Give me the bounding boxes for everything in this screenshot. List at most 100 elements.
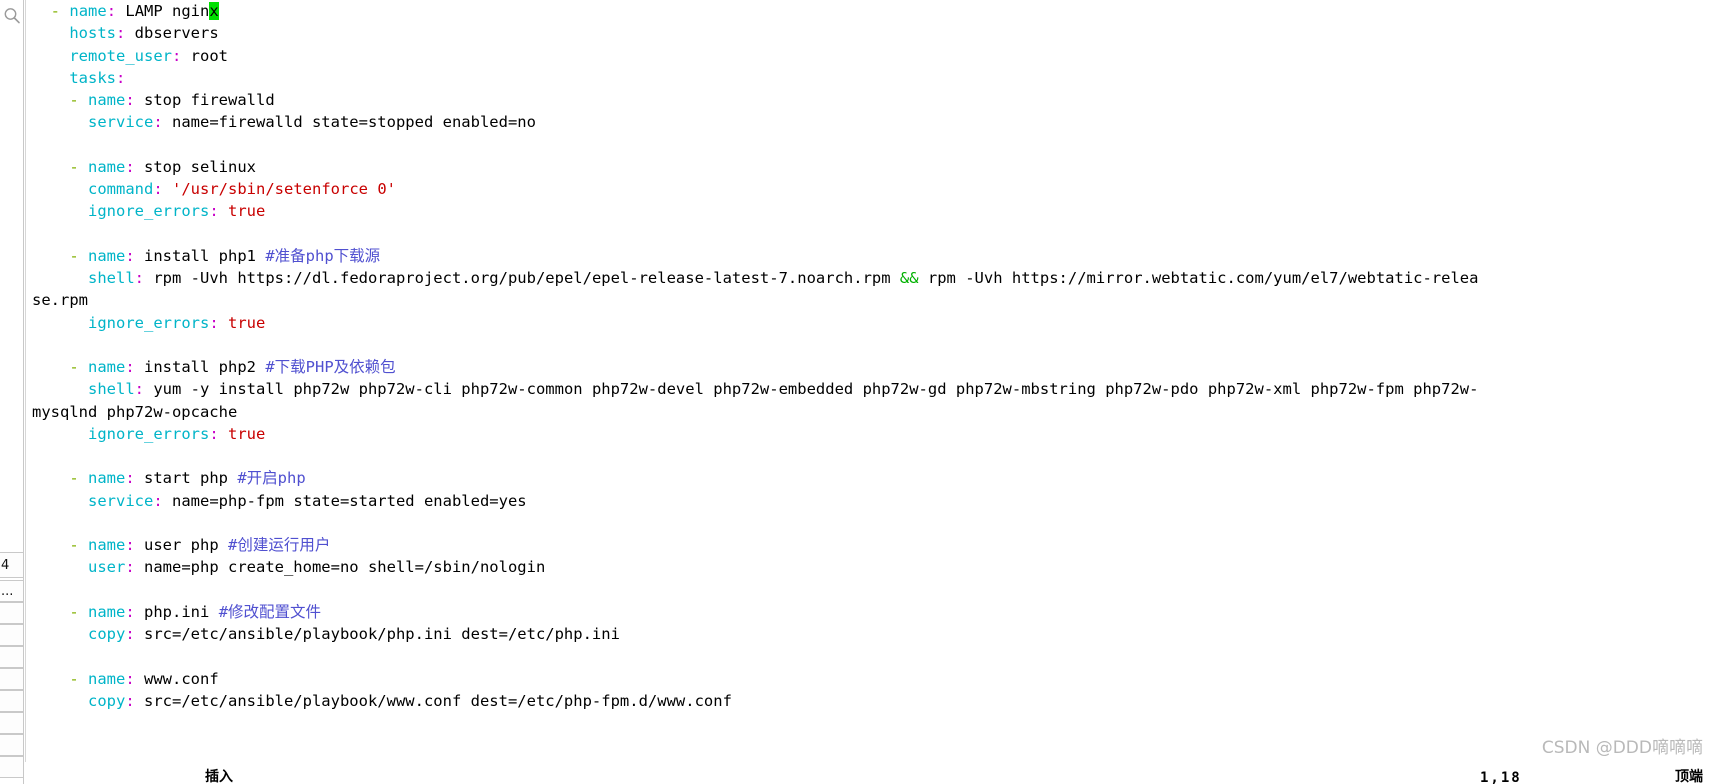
code-token: start php — [134, 469, 238, 488]
code-token: install php2 — [134, 358, 266, 376]
line-18-ignore-errors-3: ignore_errors: true — [32, 423, 1717, 445]
code-token: : — [125, 536, 135, 554]
code-token: : — [125, 602, 135, 621]
gutter-cell[interactable]: ... — [0, 580, 23, 602]
code-token: install php1 — [134, 246, 266, 265]
code-token: user — [88, 558, 126, 577]
code-token: name — [88, 602, 126, 621]
line-17-shell-yum-install-php72w: shell: yum -y install php72w php72w-cli … — [32, 378, 1717, 400]
gutter-cell[interactable] — [0, 712, 23, 734]
code-token: - — [50, 2, 61, 20]
code-token: : — [125, 469, 135, 488]
code-token: name — [88, 358, 126, 376]
code-token: : — [125, 91, 135, 109]
code-token: true — [228, 424, 266, 443]
code-token: : — [209, 313, 219, 332]
code-token: name — [88, 246, 126, 265]
code-token: : — [134, 380, 145, 399]
gutter-cell[interactable] — [0, 690, 23, 712]
line-20-task-start-php-name: - name: start php #开启php — [32, 467, 1717, 489]
gutter-cell[interactable] — [0, 756, 23, 778]
code-token: : — [153, 491, 163, 510]
code-token: : — [125, 691, 135, 710]
code-token: stop selinux — [134, 157, 257, 176]
code-token: name — [88, 469, 126, 488]
search-icon[interactable] — [2, 6, 22, 26]
code-token: shell — [88, 269, 135, 287]
code-token: name — [69, 2, 107, 20]
code-token: name=php-fpm state=started enabled=yes — [162, 491, 527, 510]
gutter-cell[interactable] — [0, 602, 23, 624]
gutter-cell[interactable]: 4 — [0, 552, 23, 578]
line-9-command-setenforce: command: '/usr/sbin/setenforce 0' — [32, 178, 1717, 200]
gutter-cell[interactable] — [0, 624, 23, 646]
code-token: mysqlnd php72w-opcache — [32, 402, 238, 421]
code-token: : — [134, 269, 145, 287]
line-22-blank — [32, 512, 1717, 534]
line-1-play-name: - name: LAMP nginx — [32, 0, 1717, 22]
code-token: : — [116, 68, 126, 87]
code-token: se.rpm — [32, 291, 88, 310]
line-4-tasks: tasks: — [32, 67, 1717, 89]
code-token: : — [209, 424, 219, 443]
line-5-task-stop-firewalld-name: - name: stop firewalld — [32, 89, 1717, 111]
code-token: name=firewalld state=stopped enabled=no — [162, 113, 536, 132]
code-token: : — [153, 180, 163, 198]
line-26-task-php-ini-name: - name: php.ini #修改配置文件 — [32, 601, 1717, 623]
code-token: true — [228, 313, 266, 332]
line-14-ignore-errors-2: ignore_errors: true — [32, 312, 1717, 334]
code-token: - — [69, 91, 79, 109]
gutter-cell[interactable] — [0, 646, 23, 668]
code-token: #创建运行用户 — [228, 536, 331, 554]
line-8-task-stop-selinux-name: - name: stop selinux — [32, 156, 1717, 178]
code-content[interactable]: - name: LAMP nginx hosts: dbservers remo… — [32, 0, 1717, 712]
code-token: ignore_errors — [88, 313, 210, 332]
status-mode: 插入 — [205, 769, 233, 784]
code-token: : — [106, 2, 117, 20]
gutter-cell[interactable] — [0, 734, 23, 756]
code-token: dbservers — [125, 24, 219, 43]
line-17-wrap-mysqlnd: mysqlnd php72w-opcache — [32, 401, 1717, 423]
code-token: service — [88, 113, 154, 132]
line-28-blank — [32, 645, 1717, 667]
code-token: name=php create_home=no shell=/sbin/nolo… — [134, 558, 546, 577]
line-13-wrap-se-rpm: se.rpm — [32, 289, 1717, 311]
line-23-task-user-php-name: - name: user php #创建运行用户 — [32, 534, 1717, 556]
code-token: user php — [134, 536, 229, 554]
code-token: ignore_errors — [88, 424, 210, 443]
line-27-copy-php-ini: copy: src=/etc/ansible/playbook/php.ini … — [32, 623, 1717, 645]
code-token: - — [69, 469, 79, 488]
code-token: - — [69, 157, 79, 176]
code-token: #修改配置文件 — [218, 602, 322, 621]
line-2-hosts: hosts: dbservers — [32, 22, 1717, 44]
code-token: : — [125, 558, 135, 577]
status-cursor-position: 1,18 — [1480, 770, 1522, 784]
code-token: : — [171, 46, 182, 65]
line-12-task-install-php1-name: - name: install php1 #准备php下载源 — [32, 245, 1717, 267]
gutter-cell[interactable] — [0, 668, 23, 690]
code-token: php.ini — [134, 602, 219, 621]
code-token: : — [153, 113, 163, 132]
code-token: LAMP ngin — [116, 2, 210, 20]
left-gutter: 4... — [0, 0, 24, 784]
editor-pane[interactable]: - name: LAMP nginx hosts: dbservers remo… — [25, 0, 1717, 784]
code-token: : — [125, 669, 135, 688]
code-token: - — [69, 536, 79, 554]
line-10-ignore-errors-1: ignore_errors: true — [32, 200, 1717, 222]
